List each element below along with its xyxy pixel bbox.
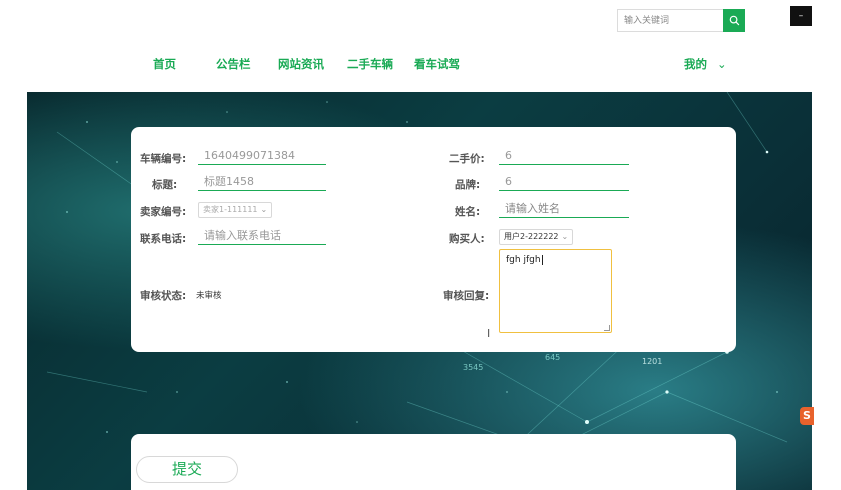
name-label: 姓名:: [455, 206, 481, 218]
buyer-label: 购买人:: [449, 233, 485, 245]
brand-label: 品牌:: [455, 179, 481, 191]
nav-test-drive[interactable]: 看车试驾: [414, 56, 460, 72]
name-input[interactable]: 请输入姓名: [499, 202, 629, 218]
brand-badge-icon: S: [800, 407, 814, 425]
resize-handle[interactable]: [604, 325, 610, 331]
seller-no-label: 卖家编号:: [140, 206, 187, 218]
order-form-card: 车辆编号: 1640499071384 标题: 标题1458 卖家编号: 卖家1…: [131, 127, 736, 352]
seller-no-value: 卖家1-111111: [203, 205, 258, 214]
search-bar: [617, 9, 745, 32]
nav-notice-board[interactable]: 公告栏: [216, 56, 251, 72]
used-price-field[interactable]: 6: [499, 149, 629, 165]
nav-home[interactable]: 首页: [153, 56, 176, 72]
hero-number: 645: [545, 353, 560, 362]
submit-card: 提交: [131, 434, 736, 490]
phone-input[interactable]: 请输入联系电话: [198, 229, 326, 245]
nav-used-cars[interactable]: 二手车辆: [347, 56, 393, 72]
search-input[interactable]: [617, 9, 723, 32]
nav-mine-label: 我的: [684, 57, 707, 71]
audit-reply-label: 审核回复:: [443, 290, 490, 302]
title-label: 标题:: [152, 179, 178, 191]
search-icon: [729, 15, 739, 26]
vehicle-no-label: 车辆编号:: [140, 153, 187, 165]
title-field[interactable]: 标题1458: [198, 175, 326, 191]
seller-no-select[interactable]: 卖家1-111111 ⌄: [198, 202, 273, 218]
nav-news[interactable]: 网站资讯: [278, 56, 324, 72]
audit-status-value: 未审核: [196, 291, 222, 301]
main-nav: 首页 公告栏 网站资讯 二手车辆 看车试驾 我的 ⌄: [0, 56, 841, 74]
vehicle-no-field[interactable]: 1640499071384: [198, 149, 326, 165]
used-price-label: 二手价:: [449, 153, 485, 165]
hero-number: 1201: [642, 357, 662, 366]
audit-reply-textarea[interactable]: fgh jfgh: [499, 249, 612, 333]
audit-status-label: 审核状态:: [140, 290, 187, 302]
nav-mine-dropdown[interactable]: 我的 ⌄: [684, 56, 727, 72]
chevron-down-icon: ⌄: [717, 57, 727, 71]
audit-reply-text: fgh jfgh: [506, 255, 541, 265]
brand-field[interactable]: 6: [499, 175, 629, 191]
text-cursor-icon: I: [487, 327, 491, 340]
search-button[interactable]: [723, 9, 745, 32]
chevron-down-icon: ⌄: [260, 205, 268, 214]
hero-number: 3545: [463, 363, 483, 372]
buyer-value: 用户2-222222: [504, 232, 559, 241]
buyer-select[interactable]: 用户2-222222 ⌄: [499, 229, 574, 245]
phone-label: 联系电话:: [140, 233, 187, 245]
chevron-down-icon: ⌄: [561, 232, 569, 241]
minimize-button[interactable]: –: [790, 6, 812, 26]
submit-button[interactable]: 提交: [136, 456, 238, 483]
